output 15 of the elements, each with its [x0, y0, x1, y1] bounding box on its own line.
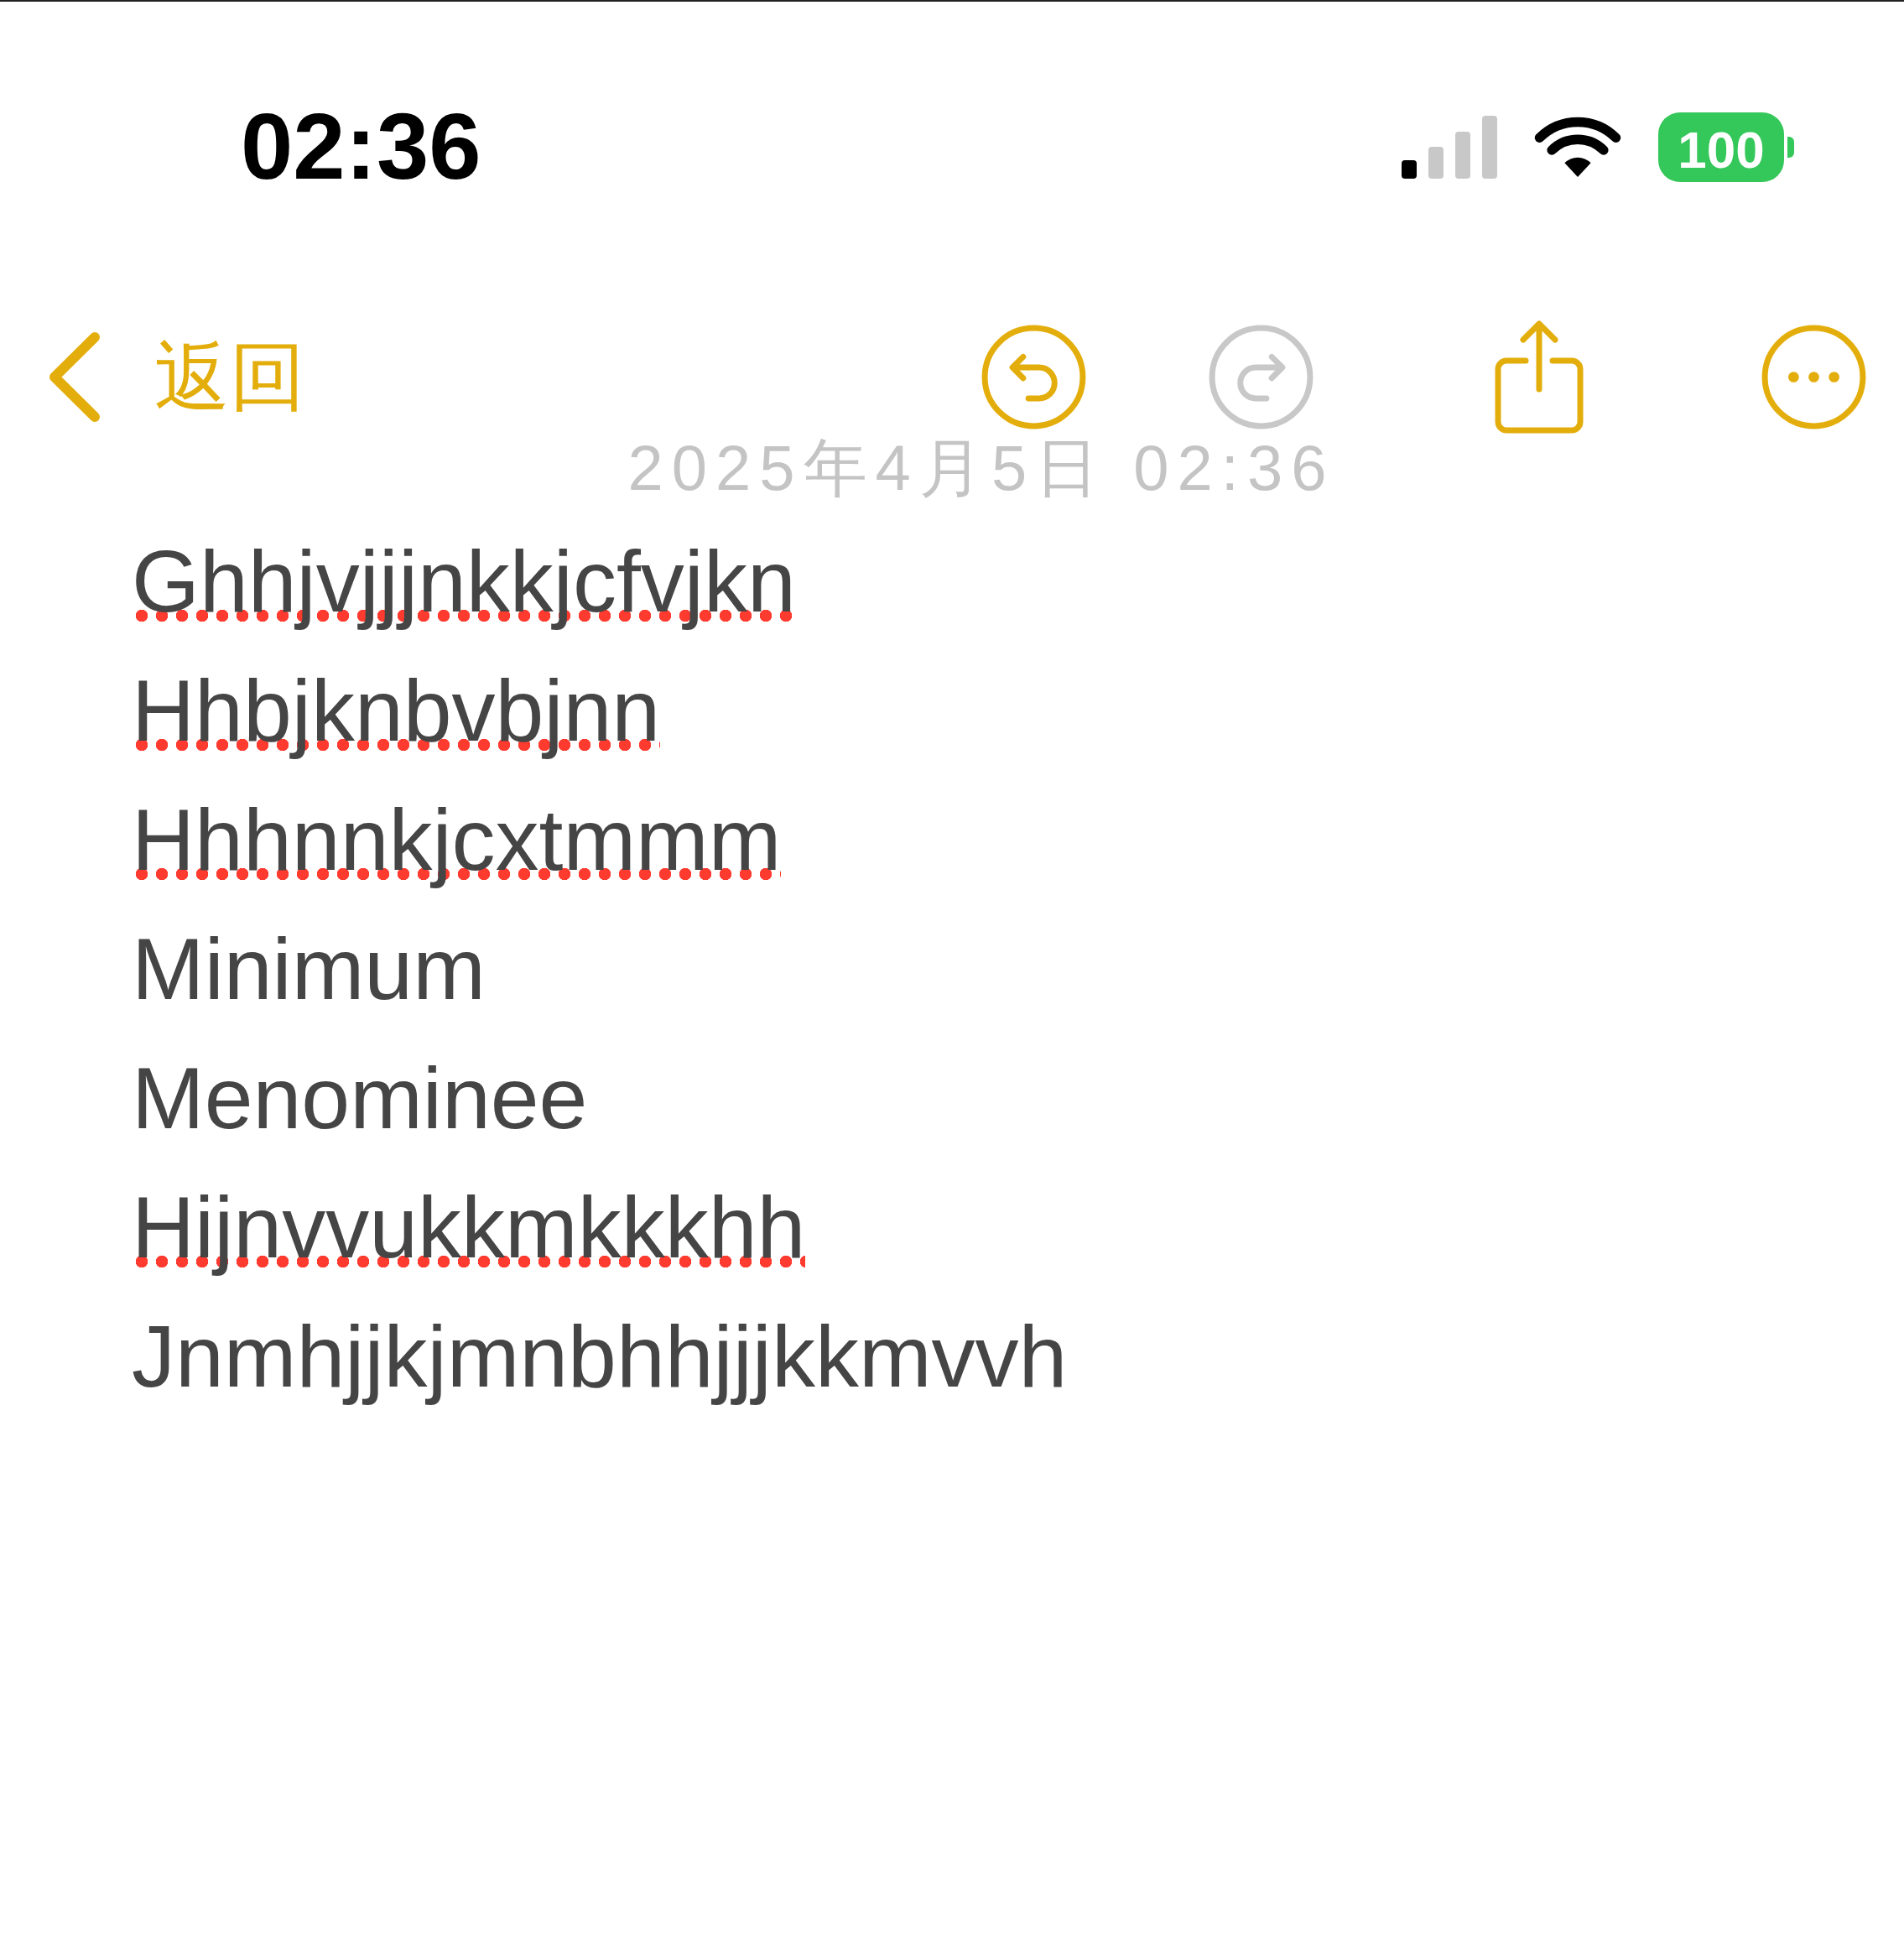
ellipsis-icon: [1761, 323, 1867, 430]
note-date: 2025年4月5日 02:36: [627, 436, 1335, 505]
redo-icon: [1208, 323, 1314, 430]
note-line: Jnmhjjkjmnbhhjjjkkmvvh: [132, 1307, 1068, 1407]
wifi-icon: [1534, 117, 1621, 177]
note-line: Minimum: [132, 919, 486, 1019]
more-button[interactable]: [1761, 323, 1867, 430]
note-line: Menominee: [132, 1049, 588, 1148]
signal-icon: [1402, 115, 1497, 179]
undo-button[interactable]: [981, 323, 1087, 430]
undo-icon: [981, 323, 1087, 430]
battery-indicator: 100: [1658, 112, 1794, 182]
back-button[interactable]: 返回: [47, 330, 305, 423]
status-time: 02:36: [241, 100, 481, 194]
chevron-icon: [47, 330, 101, 423]
